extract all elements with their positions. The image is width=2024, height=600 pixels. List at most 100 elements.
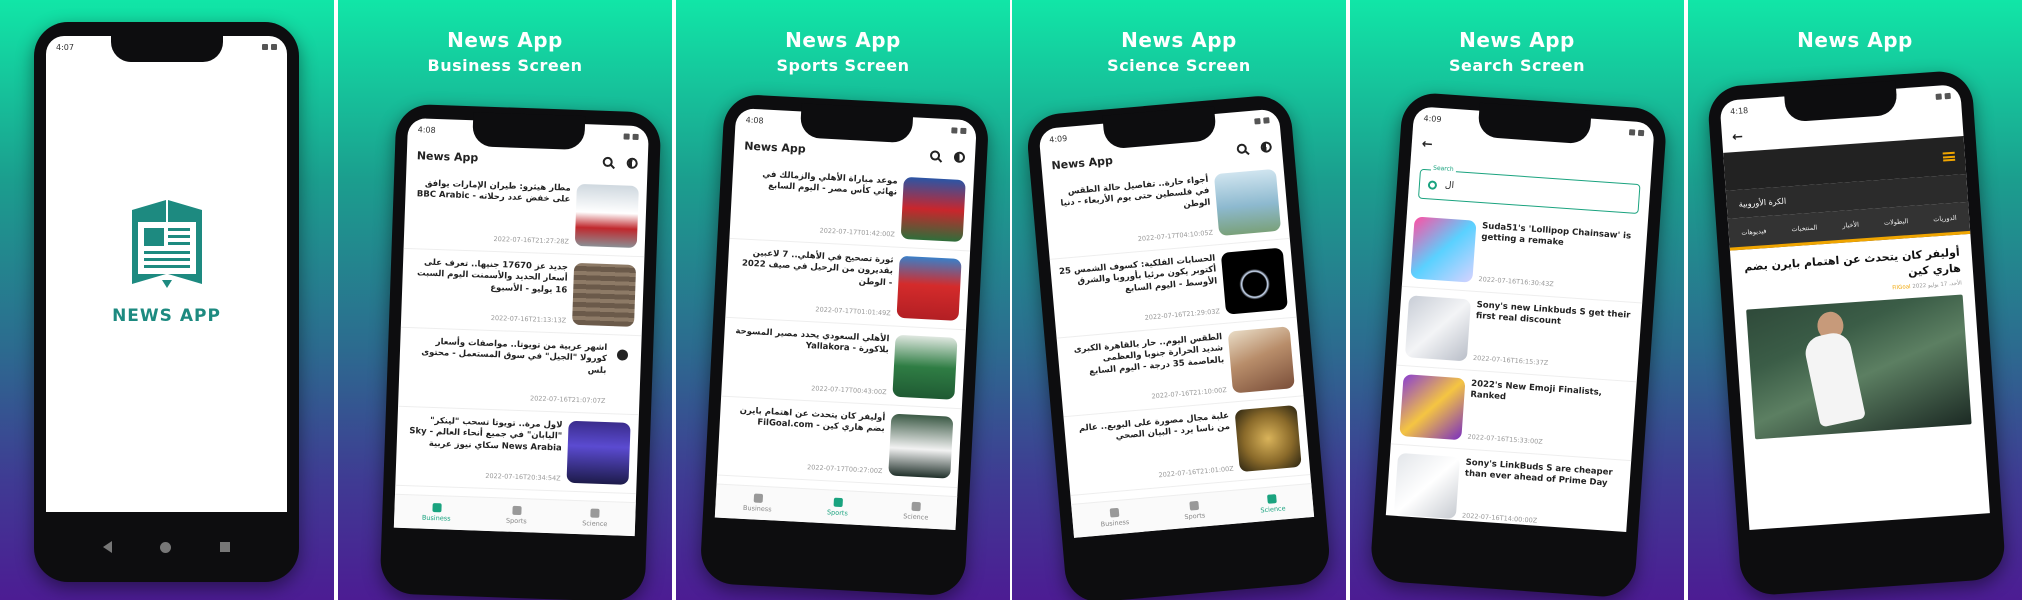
article-title: Sony's LinkBuds S are cheaper than ever … (1464, 457, 1613, 489)
battery-icon (271, 44, 277, 50)
web-tab[interactable]: الدوريات (1933, 213, 1957, 223)
article-item[interactable]: مطار هيثرو: طيران الإمارات يوافق على خفض… (403, 169, 648, 258)
article-title: جديد عز 17670 جنيها.. تعرف على أسعار الح… (416, 257, 569, 296)
bottom-navigation: Business Sports Science (393, 493, 636, 537)
panel-subtitle: Business Screen (427, 56, 583, 75)
back-arrow-icon[interactable]: ← (1421, 136, 1433, 152)
panel-title: News App (785, 28, 901, 52)
science-icon (590, 508, 600, 518)
article-date: 2022-07-16T15:33:00Z (1467, 432, 1543, 446)
tab-business[interactable]: Business (422, 503, 451, 523)
article-thumbnail (1220, 247, 1288, 315)
article-date: 2022-07-16T20:34:54Z (485, 471, 561, 483)
panel-title: News App (1121, 28, 1237, 52)
article-title: ثورة تصحيح في الأهلي.. 7 لاعبين بقديرون … (741, 248, 894, 289)
article-item[interactable]: موعد مباراة الأهلي والزمالك في نهائي كأس… (729, 159, 975, 252)
article-thumbnail (1227, 326, 1295, 394)
tab-science[interactable]: Science (903, 501, 929, 522)
theme-toggle-icon[interactable] (1260, 140, 1273, 153)
article-thumbnail (1399, 374, 1466, 441)
web-tab[interactable]: الأخبار (1842, 220, 1859, 229)
tab-science[interactable]: Science (1259, 493, 1286, 514)
battery-icon (1637, 129, 1645, 137)
tab-science[interactable]: Science (582, 508, 608, 528)
article-item[interactable]: ثورة تصحيح في الأهلي.. 7 لاعبين بقديرون … (725, 238, 971, 331)
theme-toggle-icon[interactable] (626, 157, 638, 169)
search-input[interactable]: Search ال (1417, 164, 1641, 215)
home-icon[interactable] (160, 541, 172, 553)
article-date: 2022-07-16T16:30:43Z (1478, 275, 1555, 289)
wifi-icon (1628, 129, 1636, 136)
menu-icon[interactable] (1942, 151, 1956, 162)
search-icon[interactable] (1236, 143, 1248, 155)
article-thumbnail (1213, 168, 1282, 237)
newspaper-logo-icon (131, 200, 202, 288)
article-date: 2022-07-16T21:27:28Z (493, 234, 570, 246)
article-title: 2022's New Emoji Finalists, Ranked (1470, 378, 1603, 403)
sports-icon (512, 505, 522, 516)
article-item[interactable]: اشهر عربية من تويوتا.. مواصفات وأسعار كو… (398, 327, 642, 416)
recents-icon[interactable] (219, 542, 230, 552)
phone-screen: 4:07 NEWS APP (46, 36, 287, 512)
app-title: News App (1050, 153, 1114, 172)
panel-webview: News App 4:18 ← الكرة الأوروبية الدوريات… (1688, 0, 2022, 600)
article-item[interactable]: أوليفر كان يتحدث عن اهتمام بايرن بضم هار… (716, 396, 962, 489)
phone-screen: 4:09 ← Search ال Suda51's 'Lollipop Chai… (1385, 106, 1655, 532)
article-date: 2022-07-16T21:07:07Z (529, 394, 606, 405)
article-date: 2022-07-17T00:27:00Z (806, 463, 883, 476)
article-thumbnail (1393, 452, 1461, 520)
wifi-icon (1254, 118, 1261, 125)
battery-icon (632, 133, 639, 140)
panel-sports: News App Sports Screen 4:08 News App موع… (676, 0, 1010, 600)
tab-sports[interactable]: Sports (827, 497, 849, 517)
search-icon[interactable] (929, 150, 941, 161)
article-item[interactable]: لاول مرة.. تويوتا تسحب "لينكر" "اليابان"… (395, 406, 639, 495)
article-title: أجواء حارة.. تفاصيل حالة الطقس في فلسطين… (1060, 174, 1211, 210)
science-icon (911, 501, 922, 512)
tab-sports[interactable]: Sports (506, 505, 527, 525)
back-icon[interactable] (103, 541, 113, 553)
wifi-icon (1935, 93, 1942, 100)
web-tab[interactable]: فيديوهات (1741, 227, 1767, 237)
web-article-source[interactable]: FilGoal (1892, 284, 1911, 291)
panel-title: News App (1459, 28, 1575, 52)
status-time: 4:07 (56, 42, 74, 52)
article-date: 2022-07-17T01:01:49Z (815, 305, 891, 318)
status-time: 4:18 (1729, 105, 1749, 116)
status-time: 4:08 (745, 115, 764, 125)
image-placeholder-icon (611, 343, 634, 406)
status-time: 4:09 (1423, 113, 1442, 124)
back-arrow-icon[interactable]: ← (1732, 129, 1744, 145)
article-thumbnail (1404, 295, 1472, 362)
article-thumbnail (572, 262, 637, 327)
app-logo-text: NEWS APP (112, 306, 221, 326)
web-tab[interactable]: المنتخبات (1791, 223, 1817, 233)
theme-toggle-icon[interactable] (953, 150, 966, 163)
article-thumbnail (892, 334, 958, 400)
article-title: Sony's new Linkbuds S get their first re… (1475, 299, 1631, 328)
phone-frame: 4:09 ← Search ال Suda51's 'Lollipop Chai… (1369, 91, 1668, 599)
article-item[interactable]: جديد عز 17670 جنيها.. تعرف على أسعار الح… (400, 248, 645, 337)
article-title: موعد مباراة الأهلي والزمالك في نهائي كأس… (762, 169, 898, 199)
article-date: 2022-07-16T21:01:00Z (1158, 464, 1234, 480)
article-date: 2022-07-17T00:43:00Z (811, 384, 887, 397)
phone-notch (471, 112, 585, 151)
panel-search: News App Search Screen 4:09 ← Search ال … (1350, 0, 1684, 600)
tab-business[interactable]: Business (1099, 507, 1130, 528)
tab-sports[interactable]: Sports (1183, 500, 1206, 521)
web-tab[interactable]: البطولات (1884, 217, 1909, 227)
article-title: أوليفر كان يتحدث عن اهتمام بايرن بضم هار… (739, 405, 886, 435)
phone-frame: 4:08 News App مطار هيثرو: طيران الإمارات… (379, 103, 662, 600)
app-title: News App (743, 138, 807, 156)
business-icon (431, 503, 442, 513)
sports-icon (1189, 500, 1199, 511)
article-item[interactable]: الأهلي السعودي يحدد مصير المسوحة بلاكورة… (721, 317, 966, 410)
panel-subtitle: Search Screen (1449, 56, 1585, 75)
search-icon[interactable] (602, 156, 613, 168)
article-title: لاول مرة.. تويوتا تسحب "لينكر" "اليابان"… (409, 415, 563, 454)
article-thumbnail (574, 183, 639, 248)
tab-business[interactable]: Business (743, 493, 773, 513)
phone-frame: 4:08 News App موعد مباراة الأهلي والزمال… (699, 93, 990, 597)
phone-frame: 4:18 ← الكرة الأوروبية الدوريات البطولات… (1706, 69, 2007, 597)
status-time: 4:09 (1048, 133, 1068, 144)
